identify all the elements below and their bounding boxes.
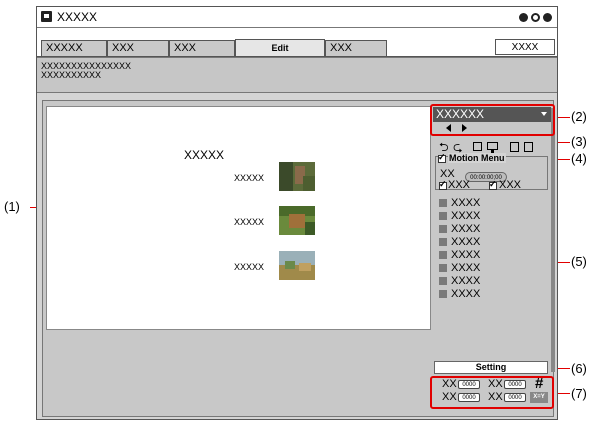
close-icon[interactable]	[543, 13, 552, 22]
callout-3: (3)	[571, 134, 587, 149]
list-square-icon	[439, 238, 447, 246]
list-item[interactable]: XXXX	[439, 262, 480, 274]
callout-6: (6)	[571, 361, 587, 376]
check1-checkbox[interactable]	[439, 179, 447, 190]
import-icon[interactable]	[524, 142, 533, 152]
tab-edit[interactable]: Edit	[235, 39, 325, 57]
maximize-icon[interactable]	[531, 13, 540, 22]
list-square-icon	[439, 225, 447, 233]
panel-scrollbar[interactable]	[551, 108, 555, 372]
highlight-dropdown	[430, 104, 555, 136]
list-square-icon	[439, 290, 447, 298]
window-title: XXXXX	[57, 10, 98, 24]
list-item-label: XXXX	[451, 249, 481, 261]
list-square-icon	[439, 264, 447, 272]
list-item-label: XXXX	[451, 262, 481, 274]
callout-5: (5)	[571, 254, 587, 269]
redo-icon[interactable]: ⮎	[453, 141, 463, 153]
setting-button[interactable]: Setting	[434, 361, 548, 374]
preview-item-label-2: XXXXX	[234, 217, 265, 227]
callout-1: (1)	[4, 199, 20, 214]
preview-thumbnail-3[interactable]	[279, 251, 315, 280]
highlight-grid	[430, 376, 554, 409]
minimize-icon[interactable]	[519, 13, 528, 22]
motion-menu-checkbox[interactable]	[438, 152, 446, 163]
list-square-icon	[439, 199, 447, 207]
callout-4: (4)	[571, 151, 587, 166]
tab-3[interactable]: XXX	[169, 40, 235, 56]
app-icon	[41, 11, 52, 22]
preview-item-label-3: XXXXX	[234, 262, 265, 272]
tab-1[interactable]: XXXXX	[41, 40, 107, 56]
menu-preview[interactable]: XXXXX XXXXX XXXXX XXXXX	[46, 106, 431, 330]
tab-bar: XXXXX XXX XXX Edit XXX XXXX	[37, 28, 557, 58]
tab-right-button[interactable]: XXXX	[495, 39, 555, 55]
list-item[interactable]: XXXX	[439, 288, 480, 300]
list-item-label: XXXX	[451, 223, 481, 235]
list-item-label: XXXX	[451, 210, 481, 222]
list-square-icon	[439, 277, 447, 285]
list-square-icon	[439, 212, 447, 220]
list-item[interactable]: XXXX	[439, 210, 480, 222]
callout-2: (2)	[571, 109, 587, 124]
list-item-label: XXXX	[451, 275, 481, 287]
list-item-label: XXXX	[451, 288, 481, 300]
info-line-2: XXXXXXXXXX	[41, 70, 102, 80]
monitor-icon[interactable]	[487, 142, 498, 150]
tab-2[interactable]: XXX	[107, 40, 169, 56]
list-item-label: XXXX	[451, 236, 481, 248]
callout-7: (7)	[571, 386, 587, 401]
info-bar: XXXXXXXXXXXXXXX XXXXXXXXXX	[37, 57, 557, 93]
list-item[interactable]: XXXX	[439, 223, 480, 235]
preview-thumbnail-1[interactable]	[279, 162, 315, 191]
check1-label: XXX	[448, 179, 471, 191]
frame-icon[interactable]	[473, 142, 482, 151]
list-item[interactable]: XXXX	[439, 197, 480, 209]
info-line-1: XXXXXXXXXXXXXXX	[41, 61, 132, 71]
motion-menu-label: Motion Menu	[448, 153, 506, 163]
list-item[interactable]: XXXX	[439, 249, 480, 261]
title-bar: XXXXX	[37, 7, 557, 28]
tab-5[interactable]: XXX	[325, 40, 387, 56]
app-window: XXXXX XXXXX XXX XXX Edit XXX XXXX XXXXXX…	[36, 6, 558, 420]
list-square-icon	[439, 251, 447, 259]
preview-title: XXXXX	[184, 148, 225, 162]
preview-item-label-1: XXXXX	[234, 173, 265, 183]
export-icon[interactable]	[510, 142, 519, 152]
check2-label: XXX	[499, 179, 522, 191]
preview-thumbnail-2[interactable]	[279, 206, 315, 235]
list-item[interactable]: XXXX	[439, 236, 480, 248]
list-item-label: XXXX	[451, 197, 481, 209]
check2-checkbox[interactable]	[489, 179, 497, 190]
list-item[interactable]: XXXX	[439, 275, 480, 287]
